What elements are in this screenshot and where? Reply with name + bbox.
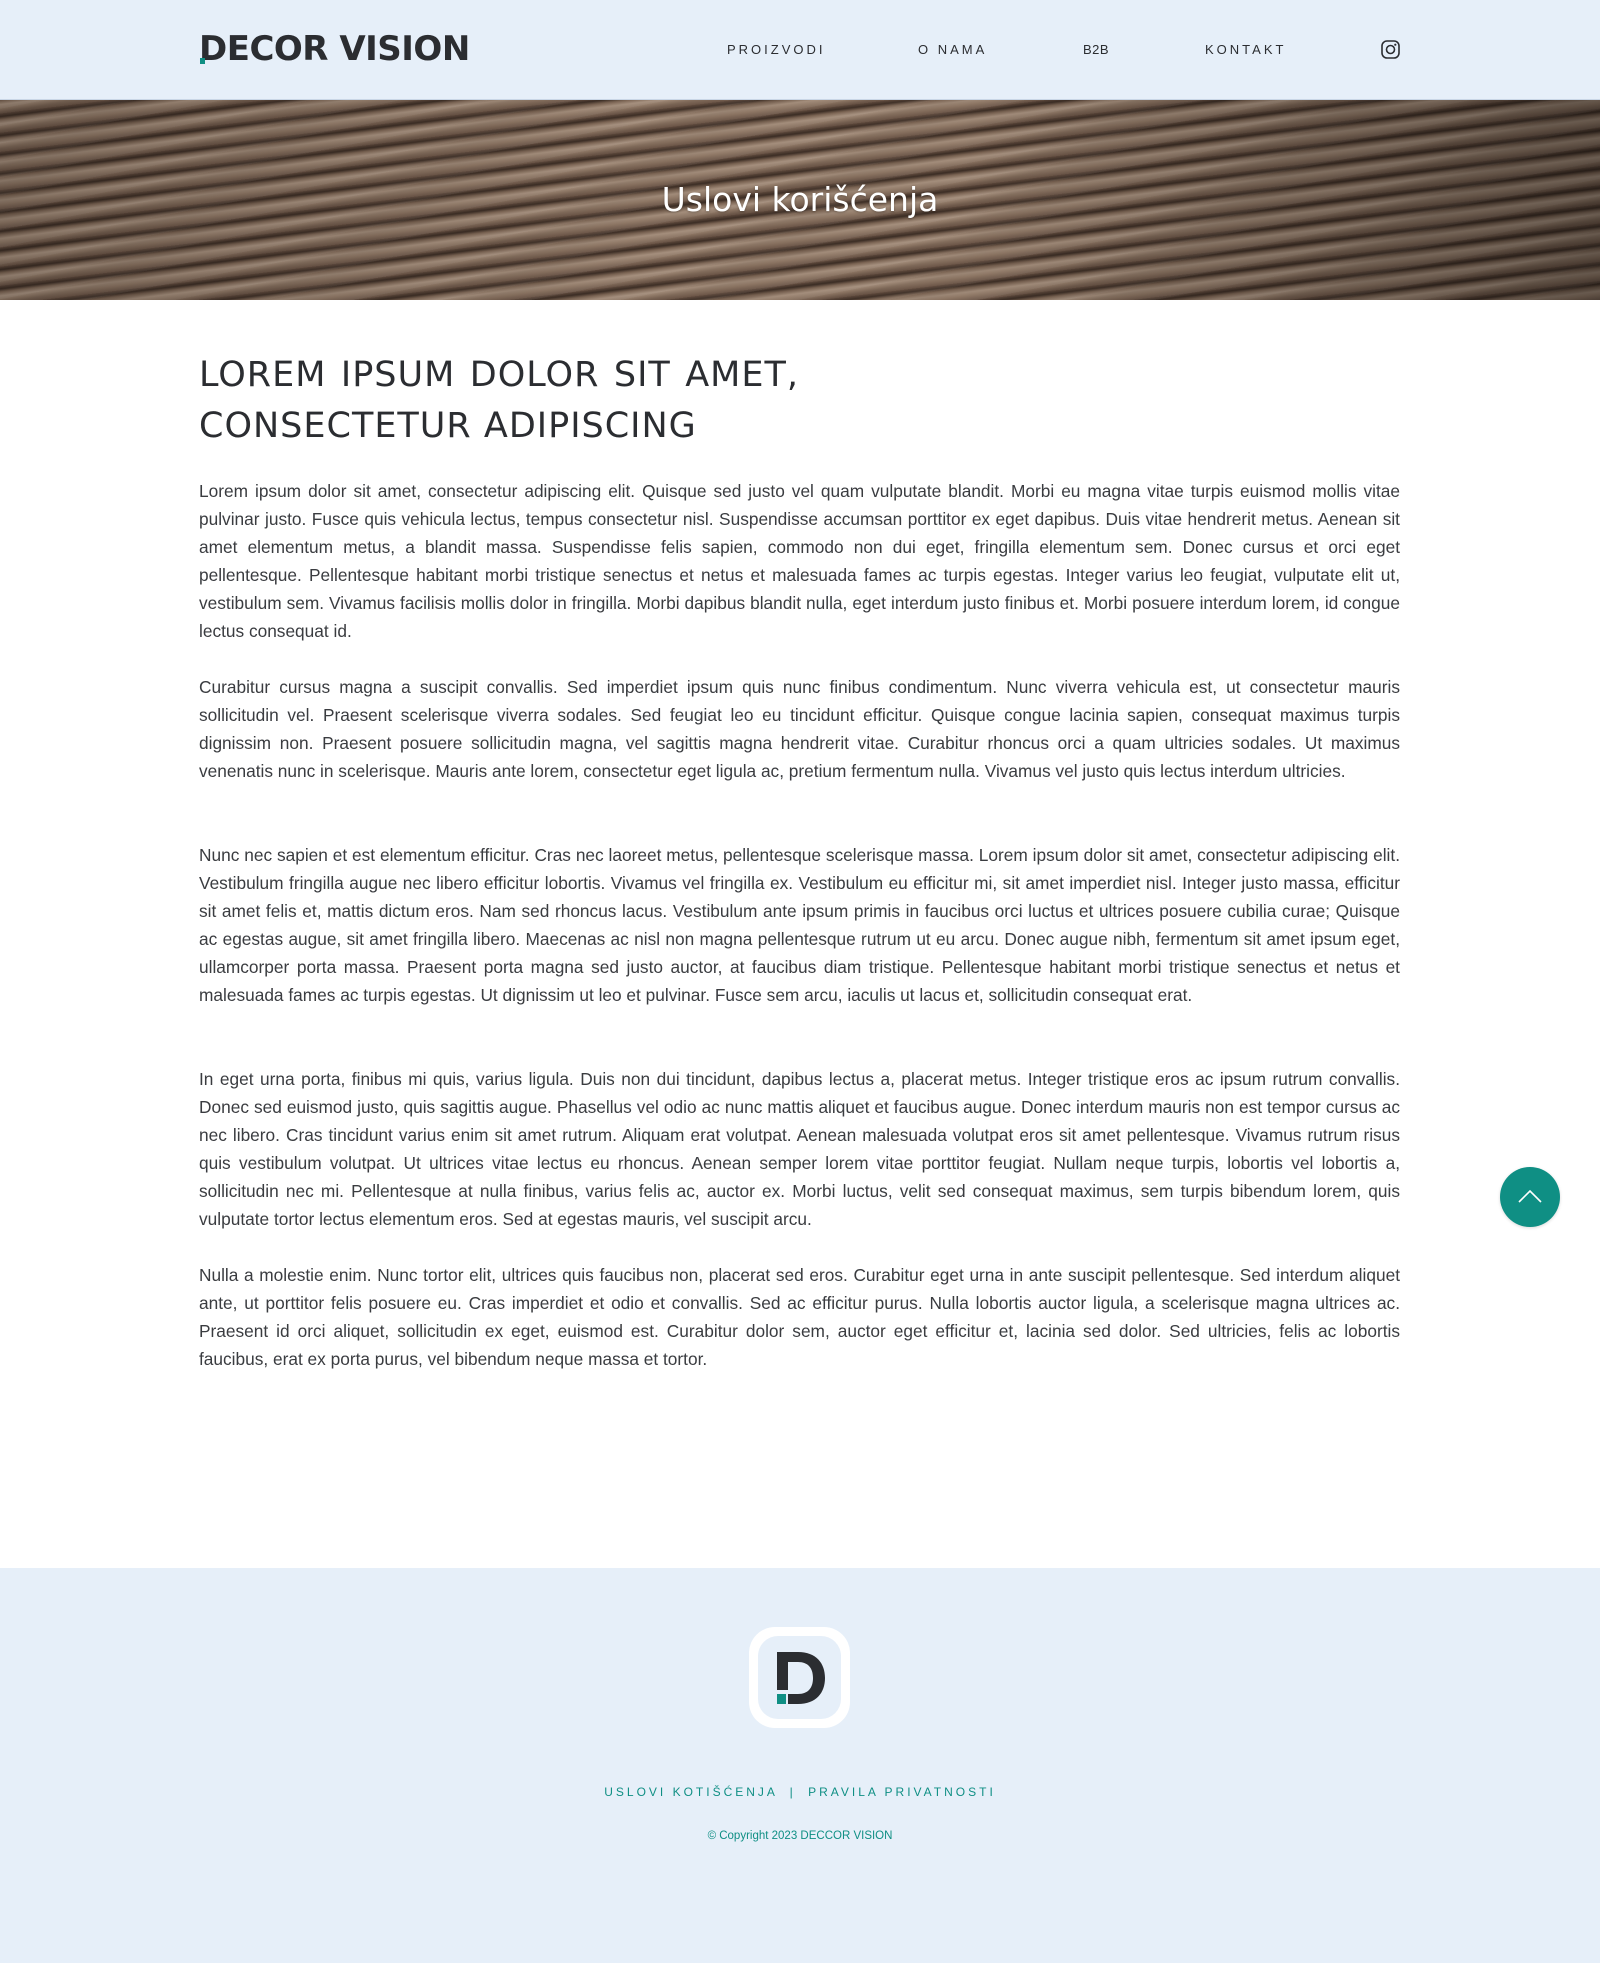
logo-label: DECOR VISION — [199, 29, 470, 69]
paragraph-1: Lorem ipsum dolor sit amet, consectetur … — [199, 481, 1400, 641]
nav-item-b2b[interactable]: B2B — [1083, 41, 1109, 59]
site-footer: USLOVI KOTIŠĆENJA | PRAVILA PRIVATNOSTI … — [0, 1568, 1600, 1963]
footer-link-privatnost[interactable]: PRAVILA PRIVATNOSTI — [808, 1785, 996, 1799]
paragraph-5: Nulla a molestie enim. Nunc tortor elit,… — [199, 1265, 1400, 1369]
footer-link-uslovi[interactable]: USLOVI KOTIŠĆENJA — [604, 1785, 777, 1799]
logo-text: DECOR VISION — [199, 32, 470, 66]
nav-item-o-nama[interactable]: O NAMA — [918, 41, 987, 59]
logo[interactable]: DECOR VISION — [199, 32, 470, 66]
copyright: © Copyright 2023 DECCOR VISION — [707, 1830, 893, 1842]
footer-links: USLOVI KOTIŠĆENJA | PRAVILA PRIVATNOSTI — [0, 1784, 1600, 1800]
site-header: DECOR VISION PROIZVODI O NAMA B2B KONTAK… — [0, 0, 1600, 100]
footer-logo[interactable] — [749, 1627, 850, 1728]
instagram-icon[interactable] — [1381, 40, 1400, 59]
chevron-up-icon — [1518, 1189, 1542, 1203]
nav-item-kontakt[interactable]: KONTAKT — [1205, 41, 1286, 59]
content-heading: LOREM IPSUM DOLOR SIT AMET, CONSECTETUR … — [199, 355, 799, 446]
decor-vision-d-logo-icon — [777, 1652, 825, 1704]
paragraph-3: Nunc nec sapien et est elementum efficit… — [199, 845, 1400, 1005]
paragraph-2: Curabitur cursus magna a suscipit conval… — [199, 677, 1400, 781]
page-title: Uslovi korišćenja — [661, 180, 939, 219]
nav-item-proizvodi[interactable]: PROIZVODI — [727, 41, 826, 59]
back-to-top-button[interactable] — [1500, 1167, 1560, 1227]
hero-banner: Uslovi korišćenja — [0, 100, 1600, 300]
footer-logo-tile — [758, 1636, 841, 1719]
footer-separator: | — [789, 1785, 796, 1799]
logo-accent-square — [200, 58, 205, 64]
paragraph-4: In eget urna porta, finibus mi quis, var… — [199, 1069, 1400, 1229]
